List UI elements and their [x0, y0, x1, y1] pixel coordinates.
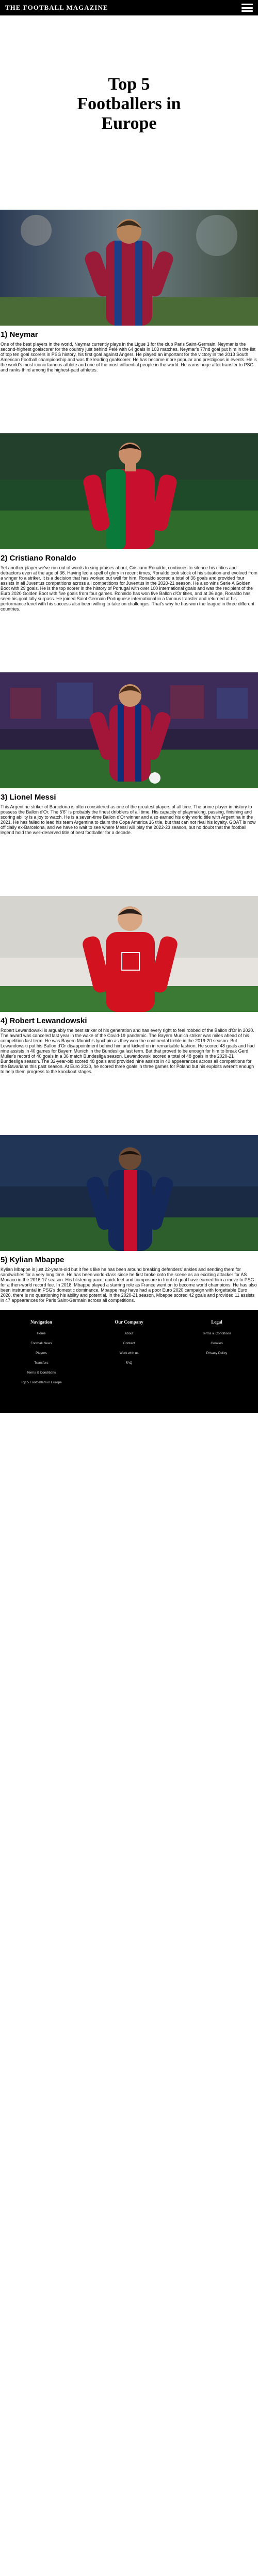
ronaldo-photo [0, 433, 258, 549]
page-title-line-3: Europe [101, 114, 157, 133]
footer-company: Our Company About Contact Work with us F… [93, 1319, 165, 1413]
footer-link-home[interactable]: Home [5, 1332, 77, 1335]
article-body: Kylian Mbappe is just 22-years-old but i… [1, 1267, 257, 1303]
page-title: Top 5 Footballers in Europe [0, 75, 258, 133]
article-body: This Argentine striker of Barcelona is o… [1, 804, 256, 835]
footer-heading: Legal [211, 1319, 222, 1325]
site-brand[interactable]: THE FOOTBALL MAGAZINE [5, 4, 108, 12]
article-body: Robert Lewandowski is arguably the best … [1, 1028, 255, 1074]
footer-legal: Legal Terms & Conditions Cookies Privacy… [181, 1319, 253, 1413]
article-heading: 4) Robert Lewandowski [1, 1016, 87, 1025]
neymar-photo [0, 210, 258, 326]
footer-link-faq[interactable]: FAQ [93, 1361, 165, 1365]
footer-link-work-with-us[interactable]: Work with us [93, 1351, 165, 1355]
mbappe-photo [0, 1135, 258, 1251]
footer-link-legal-terms[interactable]: Terms & Conditions [181, 1332, 253, 1335]
article-heading: 5) Kylian Mbappe [1, 1256, 64, 1264]
article-heading: 3) Lionel Messi [1, 793, 56, 802]
footer-link-about[interactable]: About [93, 1332, 165, 1335]
page-title-line-2: Footballers in [77, 94, 181, 113]
article-lewandowski: 4) Robert Lewandowski Robert Lewandowski… [0, 896, 258, 1135]
hamburger-menu-icon[interactable] [241, 4, 253, 12]
messi-photo [0, 672, 258, 788]
footer-navigation: Navigation Home Football News Players Tr… [5, 1319, 77, 1413]
footer-link-football-news[interactable]: Football News [5, 1342, 77, 1345]
article-ronaldo: 2) Cristiano Ronaldo Yet another player … [0, 433, 258, 672]
footer-heading: Our Company [115, 1319, 143, 1325]
footer-link-privacy[interactable]: Privacy Policy [181, 1351, 253, 1355]
lewandowski-photo [0, 896, 258, 1012]
article-neymar: 1) Neymar One of the best players in the… [0, 210, 258, 433]
footer-link-top5[interactable]: Top 5 Footballers in Europe [5, 1381, 77, 1384]
article-mbappe: 5) Kylian Mbappe Kylian Mbappe is just 2… [0, 1135, 258, 1307]
footer-link-contact[interactable]: Contact [93, 1342, 165, 1345]
article-messi: 3) Lionel Messi This Argentine striker o… [0, 672, 258, 896]
footer-link-cookies[interactable]: Cookies [181, 1342, 253, 1345]
article-body: One of the best players in the world, Ne… [1, 342, 257, 372]
footer-link-players[interactable]: Players [5, 1351, 77, 1355]
site-footer: Navigation Home Football News Players Tr… [0, 1310, 258, 1413]
article-heading: 2) Cristiano Ronaldo [1, 554, 76, 563]
footer-link-transfers[interactable]: Transfers [5, 1361, 77, 1365]
site-header: THE FOOTBALL MAGAZINE [0, 0, 258, 15]
footer-link-terms[interactable]: Terms & Conditions [5, 1371, 77, 1375]
footer-heading: Navigation [30, 1319, 52, 1325]
article-body: Yet another player we've run out of word… [1, 565, 257, 612]
page-title-line-1: Top 5 [108, 75, 150, 94]
article-heading: 1) Neymar [1, 330, 38, 339]
